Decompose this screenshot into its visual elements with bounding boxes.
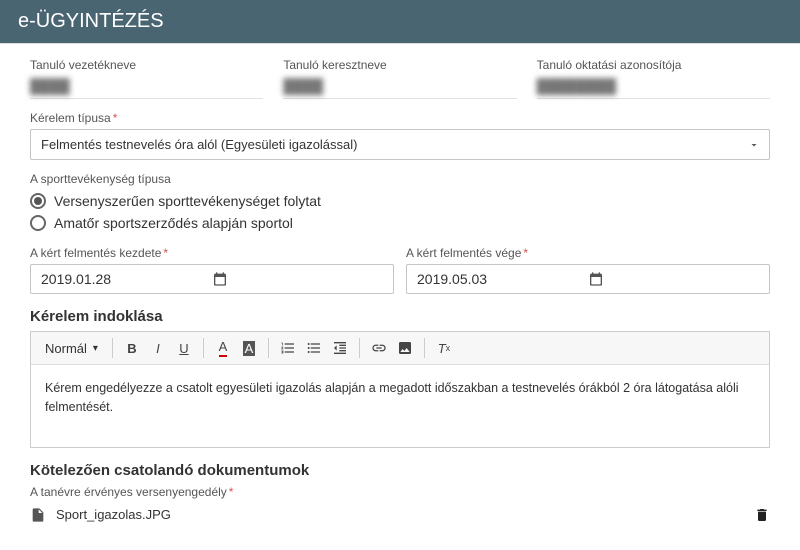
attachments-title: Kötelezően csatolandó dokumentumok [30, 462, 770, 479]
end-date-label: A kért felmentés vége* [406, 246, 770, 260]
request-type-select[interactable]: Felmentés testnevelés óra alól (Egyesüle… [30, 129, 770, 160]
attachment-field-label: A tanévre érvényes versenyengedély* [30, 485, 770, 499]
radio-competitive[interactable]: Versenyszerűen sporttevékenységet folyta… [30, 190, 770, 212]
app-title: e-ÜGYINTÉZÉS [18, 10, 164, 32]
text-color-button[interactable]: A [212, 336, 234, 360]
underline-button[interactable]: U [173, 336, 195, 360]
justification-title: Kérelem indoklása [30, 308, 770, 325]
end-date-value: 2019.05.03 [417, 271, 588, 287]
link-button[interactable] [368, 336, 390, 360]
sport-activity-label: A sporttevékenység típusa [30, 172, 770, 186]
image-button[interactable] [394, 336, 416, 360]
outdent-button[interactable] [329, 336, 351, 360]
rich-text-editor: Normál ▾ B I U A A [30, 331, 770, 448]
unordered-list-button[interactable] [303, 336, 325, 360]
sort-icon: ▾ [93, 343, 98, 354]
radio-circle-icon [30, 215, 46, 231]
attachment-row: Sport_igazolas.JPG [30, 503, 770, 527]
attachment-filename[interactable]: Sport_igazolas.JPG [56, 507, 744, 522]
eduid-label: Tanuló oktatási azonosítója [537, 58, 770, 72]
calendar-icon [212, 271, 383, 287]
request-type-label: Kérelem típusa* [30, 111, 770, 125]
format-dropdown[interactable]: Normál ▾ [39, 341, 104, 356]
radio-amateur-label: Amatőr sportszerződés alapján sportol [54, 215, 293, 231]
start-date-label: A kért felmentés kezdete* [30, 246, 394, 260]
eduid-value: ████████ [537, 78, 616, 94]
file-icon [30, 507, 46, 523]
clear-format-button[interactable]: Tx [433, 336, 455, 360]
radio-amateur[interactable]: Amatőr sportszerződés alapján sportol [30, 212, 770, 234]
start-date-value: 2019.01.28 [41, 271, 212, 287]
lastname-label: Tanuló vezetékneve [30, 58, 263, 72]
student-row: Tanuló vezetékneve ████ Tanuló keresztne… [30, 58, 770, 99]
editor-content[interactable]: Kérem engedélyezze a csatolt egyesületi … [31, 365, 769, 447]
form-body: Tanuló vezetékneve ████ Tanuló keresztne… [0, 43, 800, 527]
lastname-value: ████ [30, 78, 70, 94]
calendar-icon [588, 271, 759, 287]
radio-competitive-label: Versenyszerűen sporttevékenységet folyta… [54, 193, 321, 209]
end-date-input[interactable]: 2019.05.03 [406, 264, 770, 294]
app-header: e-ÜGYINTÉZÉS [0, 0, 800, 43]
firstname-value: ████ [283, 78, 323, 94]
italic-button[interactable]: I [147, 336, 169, 360]
editor-toolbar: Normál ▾ B I U A A [31, 332, 769, 365]
request-type-value[interactable]: Felmentés testnevelés óra alól (Egyesüle… [30, 129, 770, 160]
ordered-list-button[interactable] [277, 336, 299, 360]
radio-dot-icon [30, 193, 46, 209]
start-date-input[interactable]: 2019.01.28 [30, 264, 394, 294]
highlight-button[interactable]: A [238, 336, 260, 360]
firstname-label: Tanuló keresztneve [283, 58, 516, 72]
bold-button[interactable]: B [121, 336, 143, 360]
delete-attachment-button[interactable] [754, 507, 770, 523]
